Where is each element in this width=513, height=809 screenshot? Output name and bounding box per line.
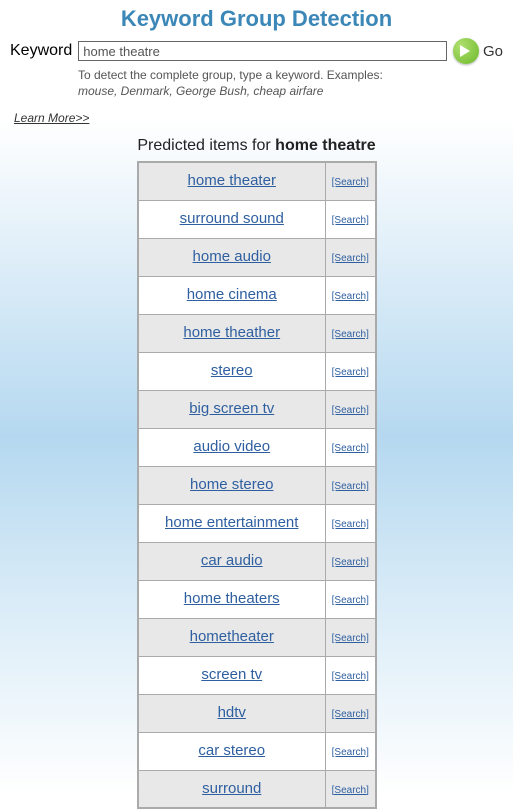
table-row: home theather [Search] (138, 314, 376, 352)
hint-examples: mouse, Denmark, George Bush, cheap airfa… (78, 84, 323, 98)
table-row: surround [Search] (138, 770, 376, 808)
results-title: Predicted items for home theatre (0, 137, 513, 155)
search-cell: [Search] (326, 276, 376, 314)
result-item-link[interactable]: audio video (193, 438, 270, 455)
search-link[interactable]: [Search] (332, 481, 369, 492)
go-arrow-icon[interactable] (453, 38, 479, 64)
item-cell: screen tv (138, 656, 326, 694)
result-item-link[interactable]: home audio (193, 248, 271, 265)
search-cell: [Search] (326, 314, 376, 352)
search-link[interactable]: [Search] (332, 253, 369, 264)
result-item-link[interactable]: home entertainment (165, 514, 298, 531)
table-row: stereo [Search] (138, 352, 376, 390)
results-prefix: Predicted items for (137, 137, 275, 154)
page-title: Keyword Group Detection (0, 0, 513, 36)
search-cell: [Search] (326, 352, 376, 390)
learn-more-link[interactable]: Learn More>> (14, 111, 89, 125)
result-item-link[interactable]: screen tv (201, 666, 262, 683)
result-item-link[interactable]: surround (202, 780, 261, 797)
search-link[interactable]: [Search] (332, 671, 369, 682)
result-item-link[interactable]: home theater (188, 172, 276, 189)
search-link[interactable]: [Search] (332, 215, 369, 226)
table-row: home cinema [Search] (138, 276, 376, 314)
search-cell: [Search] (326, 580, 376, 618)
results-query: home theatre (275, 137, 375, 154)
search-link[interactable]: [Search] (332, 785, 369, 796)
item-cell: home theaters (138, 580, 326, 618)
search-link[interactable]: [Search] (332, 747, 369, 758)
hint-text: To detect the complete group, type a key… (78, 68, 513, 99)
table-row: surround sound [Search] (138, 200, 376, 238)
hint-line1: To detect the complete group, type a key… (78, 68, 383, 82)
item-cell: audio video (138, 428, 326, 466)
search-link[interactable]: [Search] (332, 595, 369, 606)
item-cell: car audio (138, 542, 326, 580)
result-item-link[interactable]: home theather (183, 324, 280, 341)
search-cell: [Search] (326, 694, 376, 732)
result-item-link[interactable]: home cinema (187, 286, 277, 303)
go-button[interactable]: Go (483, 43, 503, 60)
search-link[interactable]: [Search] (332, 443, 369, 454)
result-item-link[interactable]: car audio (201, 552, 263, 569)
search-link[interactable]: [Search] (332, 177, 369, 188)
item-cell: surround (138, 770, 326, 808)
search-link[interactable]: [Search] (332, 709, 369, 720)
search-row: Keyword Go (0, 36, 513, 68)
table-row: hdtv [Search] (138, 694, 376, 732)
result-item-link[interactable]: big screen tv (189, 400, 274, 417)
item-cell: stereo (138, 352, 326, 390)
search-link[interactable]: [Search] (332, 367, 369, 378)
item-cell: home audio (138, 238, 326, 276)
results-table: home theater [Search] surround sound [Searc… (137, 161, 377, 809)
table-row: home audio [Search] (138, 238, 376, 276)
result-item-link[interactable]: hometheater (190, 628, 274, 645)
result-item-link[interactable]: car stereo (198, 742, 265, 759)
search-cell: [Search] (326, 162, 376, 200)
search-link[interactable]: [Search] (332, 291, 369, 302)
result-item-link[interactable]: home theaters (184, 590, 280, 607)
search-link[interactable]: [Search] (332, 519, 369, 530)
search-cell: [Search] (326, 428, 376, 466)
keyword-input[interactable] (78, 41, 447, 61)
item-cell: surround sound (138, 200, 326, 238)
item-cell: home theather (138, 314, 326, 352)
table-row: home theaters [Search] (138, 580, 376, 618)
table-row: car audio [Search] (138, 542, 376, 580)
table-row: home entertainment [Search] (138, 504, 376, 542)
search-link[interactable]: [Search] (332, 633, 369, 644)
search-cell: [Search] (326, 390, 376, 428)
item-cell: home stereo (138, 466, 326, 504)
result-item-link[interactable]: home stereo (190, 476, 273, 493)
item-cell: home theater (138, 162, 326, 200)
table-row: screen tv [Search] (138, 656, 376, 694)
result-item-link[interactable]: surround sound (180, 210, 284, 227)
item-cell: home cinema (138, 276, 326, 314)
item-cell: hdtv (138, 694, 326, 732)
keyword-label: Keyword (10, 42, 72, 60)
search-cell: [Search] (326, 618, 376, 656)
table-row: big screen tv [Search] (138, 390, 376, 428)
search-cell: [Search] (326, 200, 376, 238)
search-link[interactable]: [Search] (332, 557, 369, 568)
search-cell: [Search] (326, 238, 376, 276)
search-cell: [Search] (326, 466, 376, 504)
table-row: home theater [Search] (138, 162, 376, 200)
search-cell: [Search] (326, 770, 376, 808)
item-cell: hometheater (138, 618, 326, 656)
item-cell: home entertainment (138, 504, 326, 542)
search-cell: [Search] (326, 504, 376, 542)
table-row: home stereo [Search] (138, 466, 376, 504)
search-link[interactable]: [Search] (332, 329, 369, 340)
search-link[interactable]: [Search] (332, 405, 369, 416)
search-cell: [Search] (326, 732, 376, 770)
table-row: audio video [Search] (138, 428, 376, 466)
result-item-link[interactable]: hdtv (218, 704, 246, 721)
item-cell: big screen tv (138, 390, 326, 428)
table-row: hometheater [Search] (138, 618, 376, 656)
search-cell: [Search] (326, 656, 376, 694)
table-row: car stereo [Search] (138, 732, 376, 770)
item-cell: car stereo (138, 732, 326, 770)
result-item-link[interactable]: stereo (211, 362, 253, 379)
search-cell: [Search] (326, 542, 376, 580)
